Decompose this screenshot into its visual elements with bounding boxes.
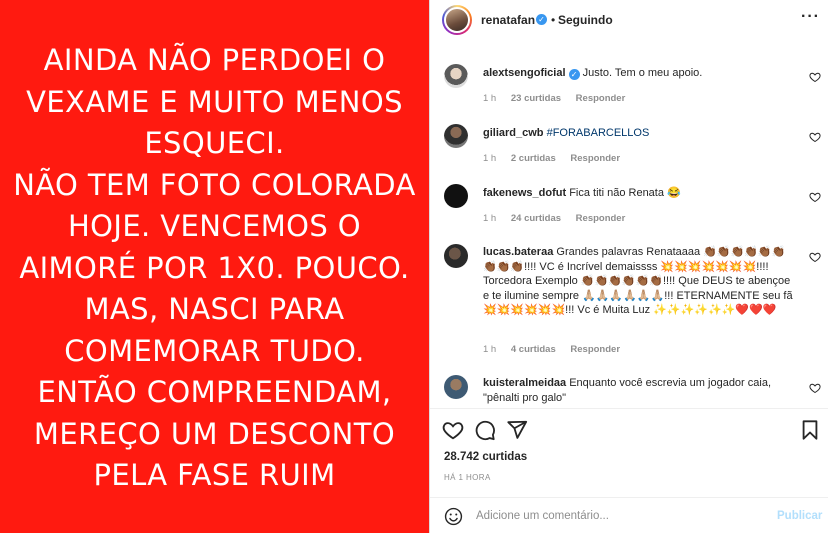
heart-icon[interactable] bbox=[809, 382, 821, 394]
comment-text[interactable]: #FORABARCELLOS bbox=[547, 127, 650, 139]
heart-icon[interactable] bbox=[809, 131, 821, 143]
post-timestamp[interactable]: HÁ 1 HORA bbox=[444, 473, 491, 482]
comment-time[interactable]: 1 h bbox=[483, 93, 496, 104]
avatar[interactable] bbox=[444, 124, 468, 148]
avatar[interactable] bbox=[444, 375, 468, 399]
comment-time[interactable]: 1 h bbox=[483, 213, 496, 224]
comment-text-block: alextsengoficial ✓ Justo. Tem o meu apoi… bbox=[483, 66, 793, 81]
post-author-username[interactable]: renatafan bbox=[481, 13, 535, 27]
comment-text: Justo. Tem o meu apoio. bbox=[582, 67, 703, 79]
heart-icon[interactable] bbox=[809, 251, 821, 263]
comment-text-block: lucas.bateraa Grandes palavras Renataaaa… bbox=[483, 245, 793, 318]
comment-meta: 1 h 2 curtidas Responder bbox=[483, 153, 632, 164]
following-button[interactable]: Seguindo bbox=[558, 13, 613, 27]
avatar[interactable] bbox=[444, 64, 468, 88]
avatar[interactable] bbox=[444, 184, 468, 208]
reply-button[interactable]: Responder bbox=[576, 213, 626, 224]
comment-meta: 1 h 23 curtidas Responder bbox=[483, 93, 637, 104]
verified-badge-icon: ✓ bbox=[568, 69, 580, 80]
reply-button[interactable]: Responder bbox=[570, 153, 620, 164]
comment-username[interactable]: lucas.bateraa bbox=[483, 246, 553, 258]
comment-input[interactable] bbox=[476, 506, 766, 526]
comment-likes[interactable]: 24 curtidas bbox=[511, 213, 561, 224]
post-side-panel: renatafan ✓ • Seguindo ··· alextsengofic… bbox=[429, 0, 828, 533]
add-comment-bar: Publicar bbox=[430, 497, 828, 533]
reply-button[interactable]: Responder bbox=[576, 93, 626, 104]
comment-icon[interactable] bbox=[474, 419, 496, 441]
verified-badge-icon: ✓ bbox=[536, 14, 547, 25]
comment-username[interactable]: alextsengoficial bbox=[483, 67, 566, 79]
story-ring[interactable] bbox=[442, 5, 472, 35]
comment-likes[interactable]: 23 curtidas bbox=[511, 93, 561, 104]
comment-time[interactable]: 1 h bbox=[483, 344, 496, 355]
comment-username[interactable]: giliard_cwb bbox=[483, 127, 544, 139]
more-options-icon[interactable]: ··· bbox=[801, 8, 820, 26]
post-header: renatafan ✓ • Seguindo ··· bbox=[430, 0, 828, 40]
comment-time[interactable]: 1 h bbox=[483, 153, 496, 164]
share-icon[interactable] bbox=[506, 419, 528, 441]
comment-meta: 1 h 24 curtidas Responder bbox=[483, 213, 637, 224]
comment-likes[interactable]: 2 curtidas bbox=[511, 153, 556, 164]
separator-dot: • bbox=[551, 13, 556, 27]
heart-icon[interactable] bbox=[809, 71, 821, 83]
comment-username[interactable]: kuisteralmeidaa bbox=[483, 377, 566, 389]
bookmark-icon[interactable] bbox=[799, 419, 821, 441]
post-text: AINDA NÃO PERDOEI O VEXAME E MUITO MENOS… bbox=[13, 43, 416, 493]
post-actions-bar bbox=[430, 408, 828, 448]
post-image[interactable]: AINDA NÃO PERDOEI O VEXAME E MUITO MENOS… bbox=[0, 0, 429, 533]
comment-likes[interactable]: 4 curtidas bbox=[511, 344, 556, 355]
comment-text-block: fakenews_dofut Fica titi não Renata 😂 bbox=[483, 186, 793, 201]
reply-button[interactable]: Responder bbox=[570, 344, 620, 355]
comment-username[interactable]: fakenews_dofut bbox=[483, 187, 566, 199]
comment-text: Fica titi não Renata 😂 bbox=[569, 187, 681, 199]
heart-icon[interactable] bbox=[442, 419, 464, 441]
avatar[interactable] bbox=[444, 7, 470, 33]
heart-icon[interactable] bbox=[809, 191, 821, 203]
comment-meta: 1 h 4 curtidas Responder bbox=[483, 344, 632, 355]
publish-button[interactable]: Publicar bbox=[777, 510, 822, 522]
likes-count[interactable]: 28.742 curtidas bbox=[444, 451, 527, 463]
comment-text-block: giliard_cwb #FORABARCELLOS bbox=[483, 126, 793, 141]
avatar[interactable] bbox=[444, 244, 468, 268]
emoji-icon[interactable] bbox=[444, 507, 463, 526]
comment-text-block: kuisteralmeidaa Enquanto você escrevia u… bbox=[483, 376, 793, 405]
